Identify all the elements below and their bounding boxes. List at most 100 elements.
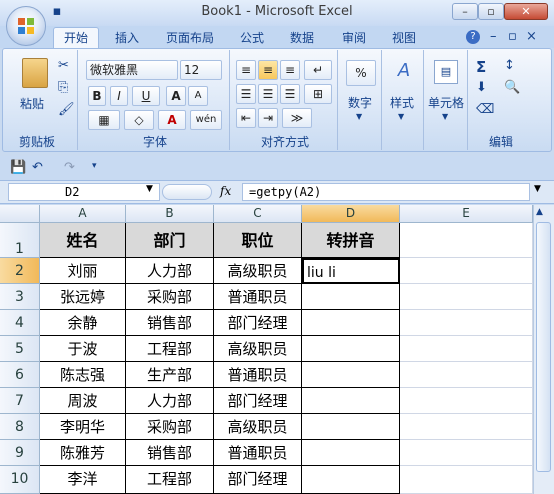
align-center-button[interactable]: ☰	[258, 84, 278, 104]
wrap-text-button[interactable]: ↵	[304, 60, 332, 80]
cell-pinyin-row4[interactable]	[302, 310, 400, 336]
row-header-8[interactable]: 8	[0, 414, 40, 440]
qat-customize-icon[interactable]: ▾	[92, 161, 97, 171]
cell-e-row4[interactable]	[400, 310, 533, 336]
font-size-select[interactable]: 12	[180, 60, 222, 80]
format-painter-icon[interactable]: 🖌	[58, 102, 75, 117]
minimize-button[interactable]: –	[452, 3, 478, 20]
cell-pinyin-row8[interactable]	[302, 414, 400, 440]
number-dropdown-icon[interactable]: ▼	[356, 112, 362, 121]
cell-position-row2[interactable]: 高级职员	[214, 258, 302, 284]
cell-dept-row7[interactable]: 人力部	[126, 388, 214, 414]
cell-dept-row9[interactable]: 销售部	[126, 440, 214, 466]
clear-icon[interactable]: ⌫	[476, 102, 494, 117]
redo-icon[interactable]: ↷	[64, 160, 75, 175]
cell-name-row7[interactable]: 周波	[40, 388, 126, 414]
cut-icon[interactable]: ✂	[58, 58, 69, 73]
row-header-9[interactable]: 9	[0, 440, 40, 466]
select-all-corner[interactable]	[0, 205, 40, 223]
cell-dept-row10[interactable]: 工程部	[126, 466, 214, 494]
tab-insert[interactable]: 插入	[115, 29, 139, 46]
cell-pinyin-row5[interactable]	[302, 336, 400, 362]
header-cell-name[interactable]: 姓名	[40, 223, 126, 258]
cell-e-row3[interactable]	[400, 284, 533, 310]
cell-position-row3[interactable]: 普通职员	[214, 284, 302, 310]
cell-pinyin-row7[interactable]	[302, 388, 400, 414]
cell-e-row7[interactable]	[400, 388, 533, 414]
italic-button[interactable]: I	[110, 86, 128, 106]
cell-e-row5[interactable]	[400, 336, 533, 362]
header-cell-dept[interactable]: 部门	[126, 223, 214, 258]
row-header-1[interactable]: 1	[0, 223, 40, 258]
column-header-b[interactable]: B	[126, 205, 214, 223]
styles-dropdown-icon[interactable]: ▼	[398, 112, 404, 121]
cell-pinyin-row3[interactable]	[302, 284, 400, 310]
active-cell-d2[interactable]: liu li	[302, 258, 400, 284]
formula-bar-splitter[interactable]	[162, 184, 212, 200]
paste-button[interactable]: 粘贴	[20, 95, 44, 112]
fill-icon[interactable]: ⬇	[476, 80, 487, 95]
fill-color-button[interactable]: ◇	[124, 110, 154, 130]
cell-name-row5[interactable]: 于波	[40, 336, 126, 362]
column-header-a[interactable]: A	[40, 205, 126, 223]
ribbon-restore-icon[interactable]: ▫	[508, 29, 517, 44]
cell-position-row5[interactable]: 高级职员	[214, 336, 302, 362]
styles-icon[interactable]: A	[392, 60, 416, 86]
tab-formulas[interactable]: 公式	[240, 29, 264, 46]
cell-position-row7[interactable]: 部门经理	[214, 388, 302, 414]
cell-pinyin-row10[interactable]	[302, 466, 400, 494]
row-header-3[interactable]: 3	[0, 284, 40, 310]
row-header-10[interactable]: 10	[0, 466, 40, 494]
copy-icon[interactable]: ⎘	[58, 80, 68, 95]
cells-button[interactable]: 单元格	[428, 94, 464, 111]
number-button[interactable]: 数字	[348, 94, 372, 111]
tab-data[interactable]: 数据	[290, 29, 314, 46]
header-cell-pinyin[interactable]: 转拼音	[302, 223, 400, 258]
orientation-button[interactable]: ≫	[282, 108, 312, 128]
cell-dept-row8[interactable]: 采购部	[126, 414, 214, 440]
cell-dept-row2[interactable]: 人力部	[126, 258, 214, 284]
font-color-button[interactable]: A	[158, 110, 186, 130]
cell-dept-row5[interactable]: 工程部	[126, 336, 214, 362]
cells-icon[interactable]: ▤	[434, 60, 458, 84]
row-header-4[interactable]: 4	[0, 310, 40, 336]
cell-position-row10[interactable]: 部门经理	[214, 466, 302, 494]
percent-button[interactable]: %	[346, 60, 376, 86]
cell-position-row9[interactable]: 普通职员	[214, 440, 302, 466]
name-box[interactable]: D2	[8, 183, 160, 201]
cell-dept-row3[interactable]: 采购部	[126, 284, 214, 310]
row-header-6[interactable]: 6	[0, 362, 40, 388]
sort-filter-icon[interactable]: ↕	[504, 58, 515, 73]
autosum-icon[interactable]: Σ	[476, 58, 486, 76]
borders-button[interactable]: ▦	[88, 110, 120, 130]
styles-button[interactable]: 样式	[390, 94, 414, 111]
align-bottom-button[interactable]: ≡	[280, 60, 300, 80]
scrollbar-thumb[interactable]	[536, 222, 551, 472]
cell-e-row8[interactable]	[400, 414, 533, 440]
cell-e-row2[interactable]	[400, 258, 533, 284]
align-middle-button[interactable]: ≡	[258, 60, 278, 80]
merge-center-button[interactable]: ⊞	[304, 84, 332, 104]
shrink-font-button[interactable]: A	[188, 86, 208, 106]
cell-pinyin-row6[interactable]	[302, 362, 400, 388]
cell-pinyin-row9[interactable]	[302, 440, 400, 466]
name-box-dropdown-icon[interactable]: ▼	[146, 184, 153, 194]
help-icon[interactable]: ?	[466, 30, 480, 44]
undo-icon[interactable]: ↶	[32, 160, 43, 175]
cell-position-row4[interactable]: 部门经理	[214, 310, 302, 336]
decrease-indent-button[interactable]: ⇤	[236, 108, 256, 128]
tab-view[interactable]: 视图	[392, 29, 416, 46]
cell-e-row10[interactable]	[400, 466, 533, 494]
office-button[interactable]	[6, 6, 46, 46]
bold-button[interactable]: B	[88, 86, 106, 106]
formula-input[interactable]: =getpy(A2)	[242, 183, 530, 201]
insert-function-icon[interactable]: fx	[220, 184, 231, 198]
restore-button[interactable]: ▫	[478, 3, 504, 20]
cell-dept-row4[interactable]: 销售部	[126, 310, 214, 336]
row-header-2[interactable]: 2	[0, 258, 40, 284]
scroll-up-icon[interactable]: ▲	[536, 207, 543, 217]
cell-position-row6[interactable]: 普通职员	[214, 362, 302, 388]
align-left-button[interactable]: ☰	[236, 84, 256, 104]
tab-page-layout[interactable]: 页面布局	[166, 29, 214, 46]
header-cell-position[interactable]: 职位	[214, 223, 302, 258]
